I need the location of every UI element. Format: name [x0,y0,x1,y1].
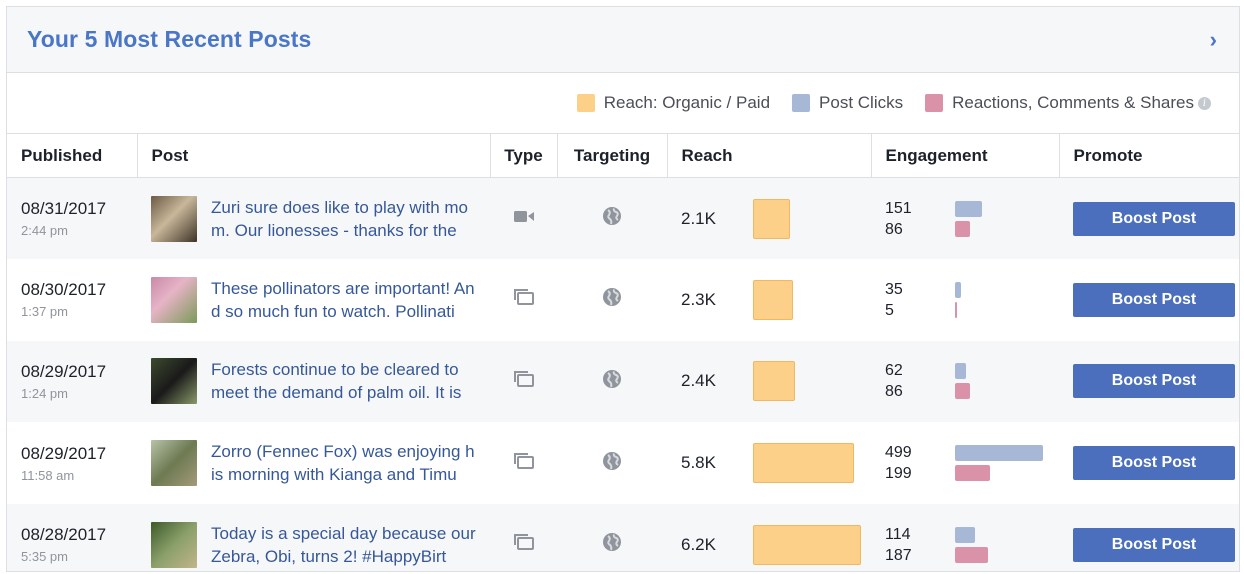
reactions-count: 187 [885,546,912,564]
reach-value: 2.3K [681,289,716,309]
post-text[interactable]: Today is a special day because our Zebra… [211,522,477,568]
boost-post-button[interactable]: Boost Post [1073,527,1235,562]
boost-post-button[interactable]: Boost Post [1073,364,1235,399]
post-clicks-bar [955,445,1043,462]
boost-post-button[interactable]: Boost Post [1073,282,1235,317]
reach-bar [753,524,861,565]
post-cell[interactable]: Zorro (Fennec Fox) was enjoying his morn… [137,440,490,487]
table-row: 08/30/2017 1:37 pm These pollinators are… [7,259,1239,341]
post-text[interactable]: Forests continue to be cleared to meet t… [211,358,477,404]
col-targeting: Targeting [557,133,668,178]
published-time: 11:58 am [21,467,75,483]
table-row: 08/29/2017 1:24 pm Forests continue to b… [7,340,1239,423]
reactions-bar [955,301,957,318]
recent-posts-panel: Your 5 Most Recent Posts › Reach: Organi… [6,6,1240,572]
post-clicks-bar [955,281,961,298]
reach-bar [753,279,793,320]
post-cell[interactable]: Zuri sure does like to play with mom. Ou… [137,195,490,242]
published-date: 08/29/2017 [21,443,107,463]
reach-swatch [576,94,595,112]
legend-reach: Reach: Organic / Paid [576,93,771,113]
post-text[interactable]: Zorro (Fennec Fox) was enjoying his morn… [211,440,477,486]
info-icon[interactable]: i [1198,96,1211,110]
post-cell[interactable]: Forests continue to be cleared to meet t… [137,358,490,405]
reactions-count: 199 [885,465,912,483]
globe-icon [602,532,622,552]
table-row: 08/28/2017 5:35 pm Today is a special da… [7,503,1239,571]
post-clicks-count: 114 [885,525,911,543]
boost-post-button[interactable]: Boost Post [1073,201,1235,236]
reach-value: 5.8K [681,453,716,473]
col-reach: Reach [667,133,872,178]
photo-album-icon [513,452,535,470]
reach-value: 6.2K [681,534,716,554]
legend-reach-label: Reach: Organic / Paid [603,93,771,112]
reactions-count: 5 [885,301,894,319]
globe-icon [602,287,622,307]
photo-album-icon [513,288,535,306]
chevron-right-icon[interactable]: › [1210,27,1217,53]
reach-value: 2.4K [681,371,716,391]
clicks-swatch [792,94,811,112]
legend-reactions: Reactions, Comments & Shares i [925,93,1211,113]
boost-post-button[interactable]: Boost Post [1073,446,1235,481]
reactions-count: 86 [885,383,903,401]
col-engagement: Engagement [871,133,1060,178]
post-clicks-bar [955,526,975,543]
published-time: 5:35 pm [21,549,68,565]
table-header-row: Published Post Type Targeting Reach Enga… [7,133,1239,178]
post-thumbnail[interactable] [151,195,197,242]
reactions-count: 86 [885,220,903,238]
published-time: 1:37 pm [21,304,68,320]
post-cell[interactable]: Today is a special day because our Zebra… [137,521,490,568]
post-thumbnail[interactable] [151,358,197,405]
post-clicks-count: 151 [885,199,912,217]
col-type: Type [490,133,558,178]
reactions-bar [955,465,990,482]
col-published: Published [7,133,138,178]
published-date: 08/28/2017 [21,525,107,545]
reactions-swatch [925,94,944,112]
post-clicks-count: 62 [885,362,903,380]
table-row: 08/29/2017 11:58 am Zorro (Fennec Fox) w… [7,422,1239,504]
reach-bar [753,361,795,402]
legend: Reach: Organic / Paid Post Clicks Reacti… [7,73,1239,133]
col-post: Post [137,133,491,178]
post-thumbnail[interactable] [151,276,197,323]
published-date: 08/29/2017 [21,361,107,381]
video-icon [513,208,535,224]
post-thumbnail[interactable] [151,440,197,487]
reach-bar [753,443,854,484]
photo-album-icon [513,533,535,551]
post-clicks-bar [955,200,982,217]
post-thumbnail[interactable] [151,521,197,568]
photo-album-icon [513,370,535,388]
table-row: 08/31/2017 2:44 pm Zuri sure does like t… [7,177,1239,260]
panel-title[interactable]: Your 5 Most Recent Posts [27,26,311,53]
post-text[interactable]: Zuri sure does like to play with mom. Ou… [211,196,477,242]
post-clicks-count: 35 [885,280,903,298]
reach-value: 2.1K [681,208,716,228]
post-text[interactable]: These pollinators are important! And so … [211,277,477,323]
legend-clicks: Post Clicks [792,93,903,113]
legend-reactions-label: Reactions, Comments & Shares [952,93,1194,112]
globe-icon [602,369,622,389]
reactions-bar [955,546,988,563]
post-clicks-bar [955,363,966,380]
published-time: 1:24 pm [21,385,68,401]
published-time: 2:44 pm [21,223,68,239]
panel-header[interactable]: Your 5 Most Recent Posts › [7,7,1239,73]
posts-table: Published Post Type Targeting Reach Enga… [7,133,1239,571]
post-clicks-count: 499 [885,444,912,462]
post-cell[interactable]: These pollinators are important! And so … [137,276,490,323]
reach-bar [753,198,790,239]
reactions-bar [955,383,970,400]
published-date: 08/31/2017 [21,199,107,219]
globe-icon [602,206,622,226]
globe-icon [602,451,622,471]
legend-clicks-label: Post Clicks [819,93,904,112]
col-promote: Promote [1059,133,1239,178]
reactions-bar [955,220,970,237]
published-date: 08/30/2017 [21,280,107,300]
